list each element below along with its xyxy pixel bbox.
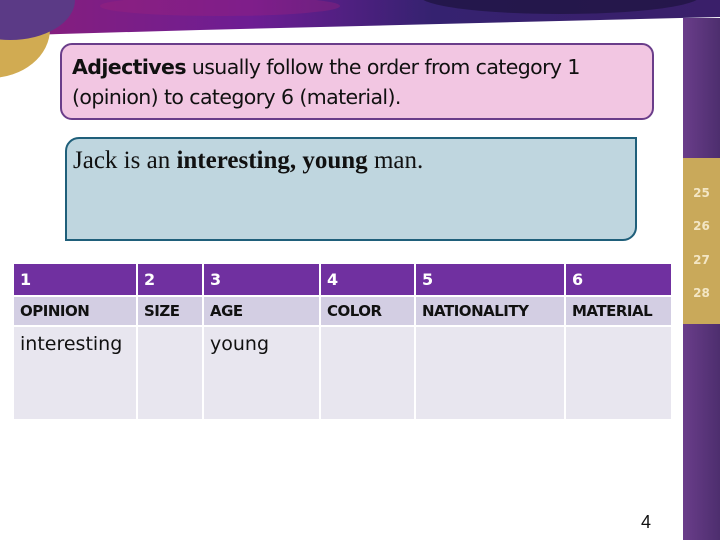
adjective-order-table: 1 2 3 4 5 6 OPINION SIZE AGE COLOR NATIO… — [12, 264, 673, 421]
rule-keyword: Adjectives — [72, 55, 187, 79]
sidebar-number: 27 — [693, 253, 710, 267]
example-adjectives: interesting, young — [176, 147, 368, 174]
banner-waves — [0, 0, 720, 36]
table-row: interesting young — [12, 326, 673, 421]
adjective-cell — [414, 326, 566, 421]
category-number: 4 — [319, 264, 416, 297]
category-number: 2 — [136, 264, 204, 297]
example-prefix: Jack is an — [73, 147, 177, 174]
adjective-cell — [136, 326, 204, 421]
decorative-banner — [0, 0, 720, 40]
sidebar-number: 25 — [693, 186, 710, 200]
table-category-row: OPINION SIZE AGE COLOR NATIONALITY MATER… — [12, 296, 673, 327]
category-name: SIZE — [136, 296, 204, 327]
category-number: 5 — [414, 264, 566, 297]
category-name: COLOR — [319, 296, 416, 327]
category-name: AGE — [202, 296, 321, 327]
adjective-cell — [564, 326, 673, 421]
example-suffix: man. — [367, 147, 424, 174]
category-number: 3 — [202, 264, 321, 297]
adjective-cell — [319, 326, 416, 421]
category-name: MATERIAL — [564, 296, 673, 327]
category-number: 1 — [12, 264, 138, 297]
sidebar-number: 28 — [693, 286, 710, 300]
category-number: 6 — [564, 264, 673, 297]
rule-callout: Adjectives usually follow the order from… — [60, 43, 654, 120]
sidebar-number: 26 — [693, 219, 710, 233]
page-number: 4 — [641, 512, 652, 532]
example-sentence-box: Jack is an interesting, young man. — [65, 137, 637, 241]
category-name: OPINION — [12, 296, 138, 327]
table-header-row: 1 2 3 4 5 6 — [12, 264, 673, 297]
category-name: NATIONALITY — [414, 296, 566, 327]
adjective-cell: young — [202, 326, 321, 421]
adjective-cell: interesting — [12, 326, 138, 421]
